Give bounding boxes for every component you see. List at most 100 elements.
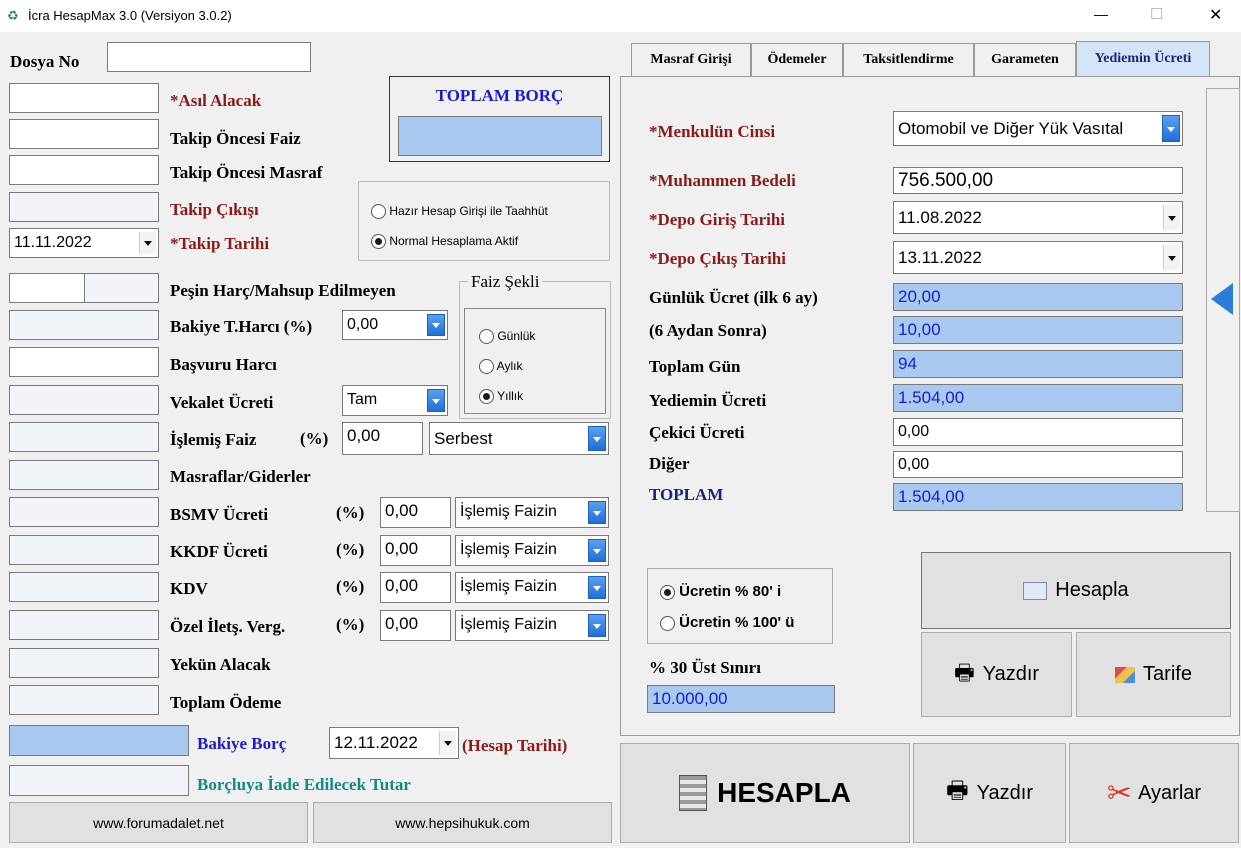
chevron-down-icon[interactable]	[1163, 245, 1180, 270]
radio-icon	[660, 615, 675, 631]
yediemin-hesapla-button[interactable]: Hesapla	[921, 552, 1231, 629]
iade-label: Borçluya İade Edilecek Tutar	[197, 775, 411, 794]
chevron-down-icon[interactable]	[427, 389, 445, 412]
basvuru-harci-label: Başvuru Harcı	[170, 355, 277, 374]
tarife-button[interactable]: Tarife	[1076, 632, 1231, 717]
faiz-sekli-inner: Günlük Aylık Yıllık	[464, 308, 606, 414]
bsmv-field	[9, 497, 159, 527]
vekalet-select[interactable]: Tam	[342, 385, 448, 416]
islemis-faiz-type: Serbest	[434, 429, 493, 448]
forumadalet-link-button[interactable]: www.forumadalet.net	[9, 802, 308, 843]
yediemin-yazdir-button[interactable]: 🖶 Yazdır	[921, 632, 1072, 717]
basvuru-harci-input[interactable]	[9, 347, 159, 377]
masraflar-field	[9, 460, 159, 490]
maximize-button[interactable]: ☐	[1150, 5, 1163, 23]
ayarlar-button[interactable]: ✂ Ayarlar	[1069, 743, 1239, 843]
app-icon: ♻	[7, 8, 19, 23]
islemis-faiz-rate[interactable]: 0,00	[342, 422, 423, 455]
kkdf-type-select[interactable]: İşlemiş Faizin	[455, 535, 609, 566]
diger-input[interactable]: 0,00	[893, 451, 1183, 478]
hepsihukuk-link-button[interactable]: www.hepsihukuk.com	[313, 802, 612, 843]
oran-100-option[interactable]: Ücretin % 100' ü	[660, 614, 794, 631]
mode-option-hazir[interactable]: Hazır Hesap Girişi ile Taahhüt	[371, 204, 548, 220]
main-yazdir-label: Yazdır	[976, 781, 1033, 804]
bsmv-type-select[interactable]: İşlemiş Faizin	[455, 497, 609, 528]
faiz-option-yillik[interactable]: Yıllık	[479, 389, 523, 405]
oran-80-option[interactable]: Ücretin % 80' i	[660, 583, 781, 600]
collapse-arrow-icon	[1211, 283, 1233, 315]
main-yazdir-button[interactable]: 🖶 Yazdır	[913, 743, 1066, 843]
kdv-type-select[interactable]: İşlemiş Faizin	[455, 572, 609, 603]
cekici-input[interactable]: 0,00	[893, 418, 1183, 446]
faiz-option-aylik[interactable]: Aylık	[479, 359, 522, 375]
chevron-down-icon[interactable]	[588, 426, 606, 451]
side-panel-toggle[interactable]	[1206, 88, 1240, 512]
pesin-harc-input-a[interactable]	[9, 273, 85, 303]
gunluk-ucret-label: Günlük Ücret (ilk 6 ay)	[649, 288, 818, 307]
chevron-down-icon[interactable]	[139, 232, 156, 254]
ozel-rate[interactable]: 0,00	[380, 610, 451, 641]
dosya-no-input[interactable]	[107, 42, 311, 72]
title-bar: ♻ İcra HesapMax 3.0 (Versiyon 3.0.2) — ☐…	[0, 0, 1241, 32]
bsmv-rate[interactable]: 0,00	[380, 497, 451, 528]
tab-odemeler[interactable]: Ödemeler	[751, 43, 843, 76]
tab-yediemin-ucreti[interactable]: Yediemin Ücreti	[1076, 41, 1210, 79]
chevron-down-icon[interactable]	[588, 576, 606, 599]
close-button[interactable]: ✕	[1209, 5, 1222, 25]
chevron-down-icon[interactable]	[588, 614, 606, 637]
main-hesapla-button[interactable]: HESAPLA	[620, 743, 910, 843]
islemis-faiz-type-select[interactable]: Serbest	[429, 422, 609, 455]
hesap-tarihi-picker[interactable]: 12.11.2022	[329, 727, 459, 759]
depo-giris-picker[interactable]: 11.08.2022	[893, 201, 1183, 234]
takip-oncesi-masraf-input[interactable]	[9, 155, 159, 185]
minimize-button[interactable]: —	[1094, 6, 1108, 22]
chevron-down-icon[interactable]	[588, 539, 606, 562]
faiz-option-gunluk[interactable]: Günlük	[479, 329, 535, 345]
calculator-icon	[679, 775, 708, 811]
chevron-down-icon[interactable]	[1163, 205, 1180, 230]
gunluk-ucret-value: 20,00	[893, 283, 1183, 311]
asil-alacak-input[interactable]	[9, 83, 159, 113]
yediemin-yazdir-label: Yazdır	[982, 663, 1040, 685]
chevron-down-icon[interactable]	[588, 501, 606, 524]
takip-cikisi-label: Takip Çıkışı	[170, 200, 259, 219]
depo-cikis-picker[interactable]: 13.11.2022	[893, 241, 1183, 274]
mode-option-normal[interactable]: Normal Hesaplama Aktif	[371, 234, 518, 250]
bsmv-type: İşlemiş Faizin	[460, 503, 557, 520]
kdv-rate[interactable]: 0,00	[380, 572, 451, 603]
ozel-type-select[interactable]: İşlemiş Faizin	[455, 610, 609, 641]
muhammen-label: *Muhammen Bedeli	[649, 171, 796, 190]
dosya-no-label: Dosya No	[10, 52, 80, 71]
chevron-down-icon[interactable]	[439, 731, 456, 755]
tarife-label: Tarife	[1143, 663, 1192, 685]
takip-oncesi-faiz-input[interactable]	[9, 119, 159, 149]
menkul-cinsi-select[interactable]: Otomobil ve Diğer Yük Vasıtal	[893, 111, 1183, 146]
pesin-harc-input-b[interactable]	[84, 273, 159, 303]
hepsihukuk-link-label: www.hepsihukuk.com	[395, 814, 530, 831]
bakiye-harci-select[interactable]: 0,00	[342, 310, 448, 340]
takip-tarihi-label: *Takip Tarihi	[170, 234, 270, 253]
mode-option-hazir-label: Hazır Hesap Girişi ile Taahhüt	[389, 204, 548, 218]
toplam-odeme-field	[9, 685, 159, 715]
vekalet-ucreti-label: Vekalet Ücreti	[170, 393, 274, 412]
oran-100-label: Ücretin % 100' ü	[679, 614, 795, 631]
ucret-oran-group: Ücretin % 80' i Ücretin % 100' ü	[647, 568, 833, 644]
yediemin-ucreti-value: 1.504,00	[893, 384, 1183, 412]
muhammen-input[interactable]: 756.500,00	[893, 167, 1183, 194]
pesin-harc-label: Peşin Harç/Mahsup Edilmeyen	[170, 281, 396, 300]
takip-oncesi-faiz-label: Takip Öncesi Faiz	[170, 129, 301, 148]
depo-cikis-value: 13.11.2022	[898, 248, 982, 267]
chevron-down-icon[interactable]	[1162, 115, 1180, 142]
chevron-down-icon[interactable]	[427, 314, 445, 336]
printer-icon: 🖶	[946, 776, 969, 804]
hesap-tarihi-value: 12.11.2022	[334, 733, 418, 752]
tab-garameten[interactable]: Garameten	[974, 43, 1076, 76]
toplam-value: 1.504,00	[893, 483, 1183, 511]
tab-masraf-girisi[interactable]: Masraf Girişi	[631, 43, 751, 76]
radio-selected-icon	[479, 389, 494, 405]
tab-taksitlendirme[interactable]: Taksitlendirme	[843, 43, 974, 76]
takip-tarihi-picker[interactable]: 11.11.2022	[9, 228, 159, 258]
toplam-borc-title: TOPLAM BORÇ	[435, 86, 564, 105]
hesap-tarihi-label: (Hesap Tarihi)	[462, 736, 568, 755]
kkdf-rate[interactable]: 0,00	[380, 535, 451, 566]
